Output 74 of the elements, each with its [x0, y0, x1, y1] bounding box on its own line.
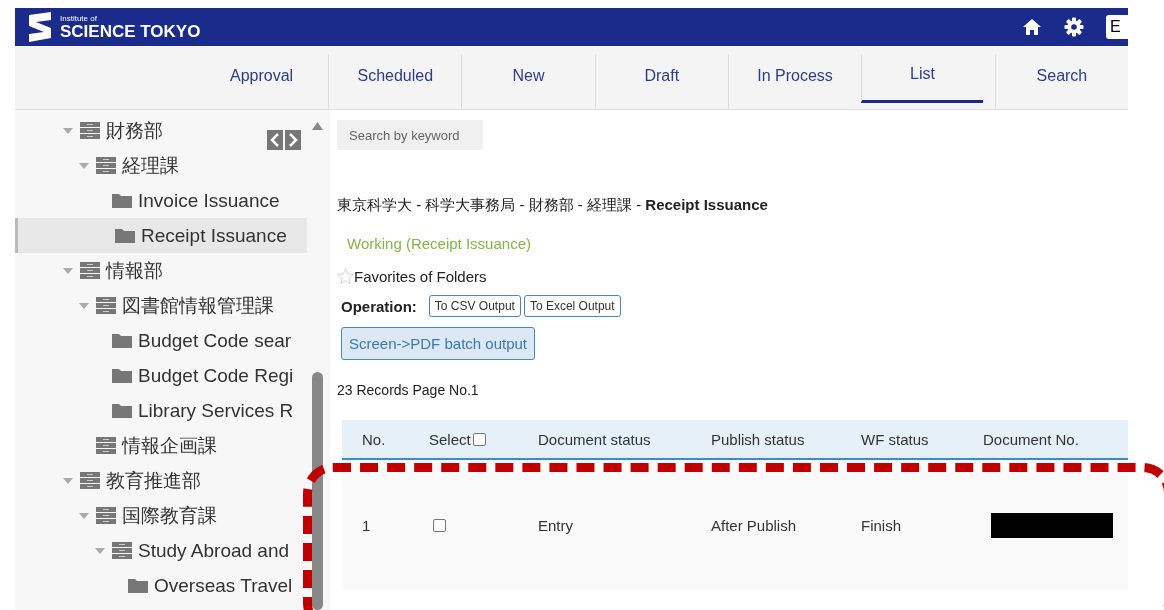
tree-item[interactable]: Library Services R — [15, 393, 307, 428]
scroll-up-icon[interactable] — [312, 122, 323, 130]
tree-item[interactable]: 図書館情報管理課 — [15, 288, 307, 323]
caret-icon — [79, 302, 89, 309]
nav-tab[interactable]: Search — [994, 54, 1129, 109]
expand-right-icon[interactable] — [285, 130, 301, 150]
drawer-icon — [96, 157, 116, 174]
table-cell: 1 — [362, 516, 371, 534]
column-header: Select — [429, 430, 471, 448]
caret-icon — [95, 547, 105, 554]
search-field[interactable]: Search by keyword — [337, 120, 483, 150]
drawer-icon — [96, 507, 116, 524]
drawer-icon — [96, 437, 116, 454]
breadcrumb: 東京科学大 - 科学大事務局 - 財務部 - 経理課 - Receipt Issuance — [337, 196, 768, 215]
tree-item[interactable]: 経理課 — [15, 148, 307, 183]
nav-tab[interactable]: New — [461, 54, 595, 109]
star-icon[interactable] — [337, 268, 354, 285]
language-button[interactable]: E — [1106, 15, 1128, 39]
folder-icon — [112, 193, 132, 208]
export-button[interactable]: To CSV Output — [428, 295, 521, 317]
column-header: Document No. — [983, 430, 1079, 448]
caret-icon — [79, 162, 89, 169]
folder-icon — [112, 333, 132, 348]
drawer-icon — [96, 297, 116, 314]
drawer-icon — [112, 542, 132, 559]
column-header: No. — [362, 430, 386, 448]
drawer-icon — [80, 262, 100, 279]
tree-item[interactable]: Receipt Issuance — [15, 218, 307, 253]
table-cell: After Publish — [711, 516, 797, 534]
home-icon[interactable] — [1022, 18, 1042, 36]
tree-item[interactable]: 情報企画課 — [15, 428, 307, 463]
column-header: Publish status — [711, 430, 805, 448]
scrollbar-thumb[interactable] — [312, 372, 323, 610]
operation-label: Operation: — [341, 297, 417, 315]
table-cell: Finish — [861, 516, 901, 534]
tree-item[interactable]: Invoice Issuance — [15, 183, 307, 218]
export-button[interactable]: To Excel Output — [523, 295, 621, 317]
caret-icon — [79, 512, 89, 519]
nav-tab[interactable]: Scheduled — [328, 54, 462, 109]
folder-icon — [128, 578, 148, 593]
tree-item[interactable]: Budget Code sear — [15, 323, 307, 358]
caret-icon — [63, 477, 73, 484]
tree-item[interactable]: 情報部 — [15, 253, 307, 288]
logo-icon — [27, 11, 53, 43]
logo-title: SCIENCE TOKYO — [60, 22, 201, 40]
tree-item[interactable]: 国際教育課 — [15, 498, 307, 533]
folder-icon — [112, 403, 132, 418]
logo-subtitle: Institute of — [60, 14, 98, 23]
nav-tab[interactable]: List — [861, 54, 983, 103]
tree-item[interactable]: Budget Code Regi — [15, 358, 307, 393]
settings-icon[interactable] — [1064, 17, 1084, 37]
collapse-left-icon[interactable] — [267, 130, 283, 150]
table-cell: Entry — [538, 516, 573, 534]
drawer-icon — [80, 472, 100, 489]
nav-tab[interactable]: Approval — [195, 54, 329, 109]
tree-item[interactable]: Overseas Travel — [15, 568, 307, 603]
column-header: Document status — [538, 430, 651, 448]
folder-icon — [112, 368, 132, 383]
select-all-checkbox[interactable] — [472, 432, 486, 446]
tree-item[interactable]: 教育推進部 — [15, 463, 307, 498]
record-count: 23 Records Page No.1 — [337, 382, 479, 398]
drawer-icon — [80, 122, 100, 139]
status-text: Working (Receipt Issuance) — [347, 235, 531, 252]
favorites-label: Favorites of Folders — [354, 268, 487, 285]
caret-icon — [63, 267, 73, 274]
folder-icon — [115, 228, 135, 243]
tree-item[interactable]: 財務部 — [15, 113, 307, 148]
column-header: WF status — [861, 430, 929, 448]
nav-tab[interactable]: Draft — [594, 54, 728, 109]
nav-tab[interactable]: In Process — [727, 54, 862, 109]
pdf-output-button[interactable]: Screen->PDF batch output — [341, 327, 535, 360]
row-checkbox[interactable] — [433, 518, 446, 532]
caret-icon — [63, 127, 73, 134]
tree-item[interactable]: Study Abroad and — [15, 533, 307, 568]
